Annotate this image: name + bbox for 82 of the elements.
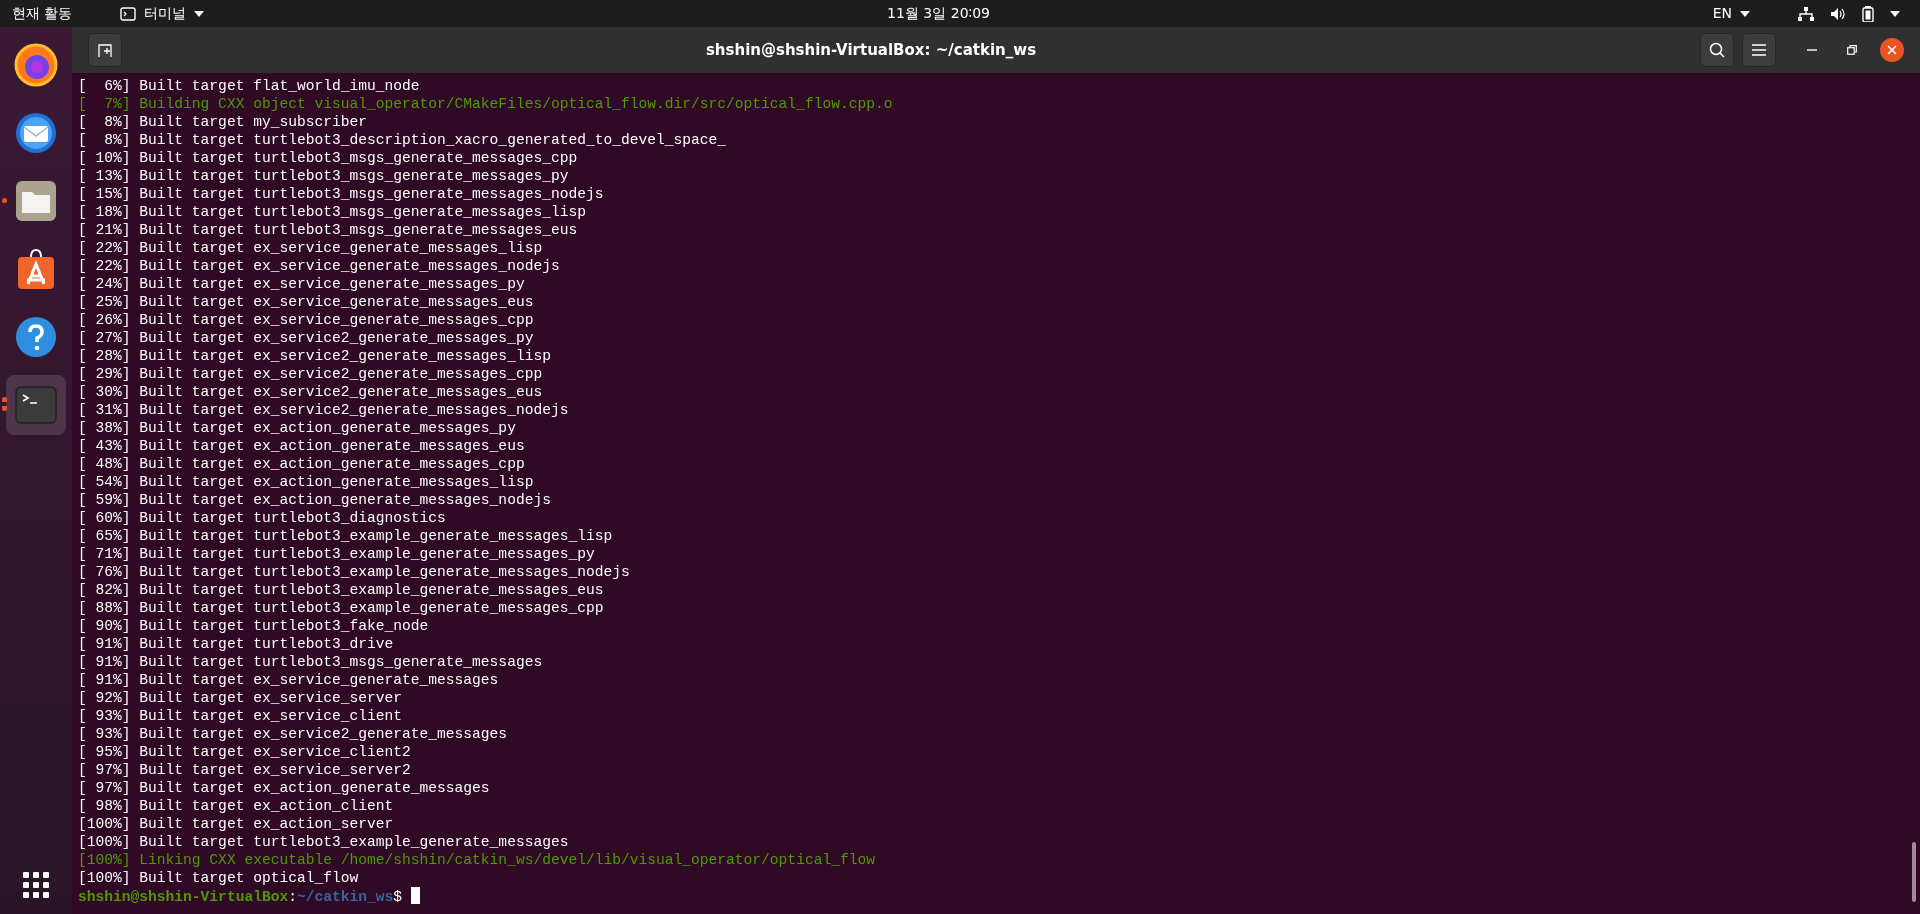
terminal-icon — [120, 6, 137, 21]
output-line: [ 24%] Built target ex_service_generate_messages_py — [78, 275, 526, 293]
network-icon — [1798, 6, 1814, 21]
output-line: [ 48%] Built target ex_action_generate_messages_cpp — [78, 455, 526, 473]
output-line: [ 8%] Built target turtlebot3_description_xacro_generated_to_devel_space_ — [78, 131, 728, 149]
scrollbar-thumb[interactable] — [1912, 842, 1916, 902]
new-tab-button[interactable] — [88, 33, 122, 67]
output-line: [ 97%] Built target ex_action_generate_messages — [78, 779, 491, 797]
output-line: [ 31%] Built target ex_service2_generate_messages_nodejs — [78, 401, 570, 419]
output-line: [ 60%] Built target turtlebot3_diagnostics — [78, 509, 447, 527]
output-line: [ 93%] Built target ex_service_client — [78, 707, 404, 725]
output-line: [ 76%] Built target turtlebot3_example_generate_messages_nodejs — [78, 563, 631, 581]
output-line: [ 90%] Built target turtlebot3_fake_node — [78, 617, 430, 635]
volume-icon — [1830, 6, 1846, 21]
prompt-user-host: shshin@shshin-VirtualBox — [78, 889, 289, 905]
output-line: [ 93%] Built target ex_service2_generate_messages — [78, 725, 509, 743]
menu-icon — [1752, 44, 1766, 56]
running-indicator — [2, 198, 7, 203]
running-indicator — [2, 397, 7, 411]
output-line: [ 13%] Built target turtlebot3_msgs_generate_messages_py — [78, 167, 570, 185]
show-apps-button[interactable] — [23, 872, 49, 898]
app-grid-icon — [23, 872, 49, 898]
search-icon — [1709, 42, 1725, 58]
output-line: [ 8%] Built target my_subscriber — [78, 113, 368, 131]
folder-icon — [14, 179, 58, 223]
restore-icon — [1847, 45, 1857, 55]
prompt-separator: : — [288, 889, 297, 905]
output-line: [ 59%] Built target ex_action_generate_messages_nodejs — [78, 491, 552, 509]
help-icon — [14, 315, 58, 359]
output-line: [ 97%] Built target ex_service_server2 — [78, 761, 412, 779]
terminal-icon — [14, 383, 58, 427]
menu-button[interactable] — [1742, 33, 1776, 67]
caret-icon — [1890, 10, 1900, 17]
build-status-line: [100%] Linking CXX executable /home/shshin/catkin_ws/devel/lib/visual_operator/optical_flow — [78, 851, 876, 869]
output-line: [ 54%] Built target ex_action_generate_messages_lisp — [78, 473, 535, 491]
output-line: [ 71%] Built target turtlebot3_example_generate_messages_py — [78, 545, 596, 563]
output-line: [ 43%] Built target ex_action_generate_messages_eus — [78, 437, 526, 455]
output-line: [ 92%] Built target ex_service_server — [78, 689, 404, 707]
output-line: [ 30%] Built target ex_service2_generate_messages_eus — [78, 383, 544, 401]
minimize-icon — [1807, 49, 1817, 51]
output-line: [ 25%] Built target ex_service_generate_messages_eus — [78, 293, 535, 311]
keyboard-layout-menu[interactable]: EN — [1712, 3, 1750, 24]
output-line: [ 98%] Built target ex_action_client — [78, 797, 395, 815]
app-menu[interactable]: 터미널 — [120, 3, 205, 24]
output-line: [ 29%] Built target ex_service2_generate_messages_cpp — [78, 365, 544, 383]
output-line: [ 88%] Built target turtlebot3_example_generate_messages_cpp — [78, 599, 605, 617]
activities-button[interactable]: 현재 활동 — [12, 3, 73, 24]
new-tab-icon — [97, 42, 113, 58]
output-line: [ 27%] Built target ex_service2_generate_messages_py — [78, 329, 535, 347]
output-line: [ 26%] Built target ex_service_generate_messages_cpp — [78, 311, 535, 329]
output-line: [ 21%] Built target turtlebot3_msgs_generate_messages_eus — [78, 221, 579, 239]
close-button[interactable] — [1880, 38, 1904, 62]
battery-icon — [1862, 5, 1874, 22]
output-line: [100%] Built target turtlebot3_example_generate_messages — [78, 833, 570, 851]
prompt-symbol: $ — [393, 889, 403, 905]
output-line: [ 82%] Built target turtlebot3_example_generate_messages_eus — [78, 581, 605, 599]
window-title: shshin@shshin-VirtualBox: ~/catkin_ws — [704, 39, 1038, 61]
search-button[interactable] — [1700, 33, 1734, 67]
output-line: [ 38%] Built target ex_action_generate_messages_py — [78, 419, 517, 437]
output-line: [100%] Built target optical_flow — [78, 869, 360, 887]
mail-icon — [14, 111, 58, 155]
output-line: [ 65%] Built target turtlebot3_example_generate_messages_lisp — [78, 527, 614, 545]
caret-icon — [1740, 10, 1750, 17]
output-line: [ 28%] Built target ex_service2_generate_messages_lisp — [78, 347, 552, 365]
output-line: [ 95%] Built target ex_service_client2 — [78, 743, 412, 761]
build-status-line: [ 7%] Building CXX object visual_operator/CMakeFiles/optical_flow.dir/src/optical_flow.cpp.o — [78, 95, 894, 113]
output-line: [ 18%] Built target turtlebot3_msgs_generate_messages_lisp — [78, 203, 587, 221]
clock[interactable]: 11월 3일 20∶09 — [887, 3, 990, 24]
output-line: [ 10%] Built target turtlebot3_msgs_generate_messages_cpp — [78, 149, 579, 167]
output-line: [ 22%] Built target ex_service_generate_messages_lisp — [78, 239, 544, 257]
text-cursor — [411, 887, 421, 904]
prompt-path: ~/catkin_ws — [296, 889, 394, 905]
output-line: [ 22%] Built target ex_service_generate_messages_nodejs — [78, 257, 561, 275]
close-icon — [1887, 45, 1897, 55]
output-line: [ 91%] Built target turtlebot3_msgs_generate_messages — [78, 653, 544, 671]
firefox-icon — [14, 43, 58, 87]
output-line: [ 15%] Built target turtlebot3_msgs_generate_messages_nodejs — [78, 185, 605, 203]
output-line: [ 91%] Built target turtlebot3_drive — [78, 635, 395, 653]
caret-icon — [194, 10, 205, 17]
output-line: [ 6%] Built target flat_world_imu_node — [78, 77, 421, 95]
output-line: [100%] Built target ex_action_server — [78, 815, 395, 833]
output-line: [ 91%] Built target ex_service_generate_messages — [78, 671, 500, 689]
